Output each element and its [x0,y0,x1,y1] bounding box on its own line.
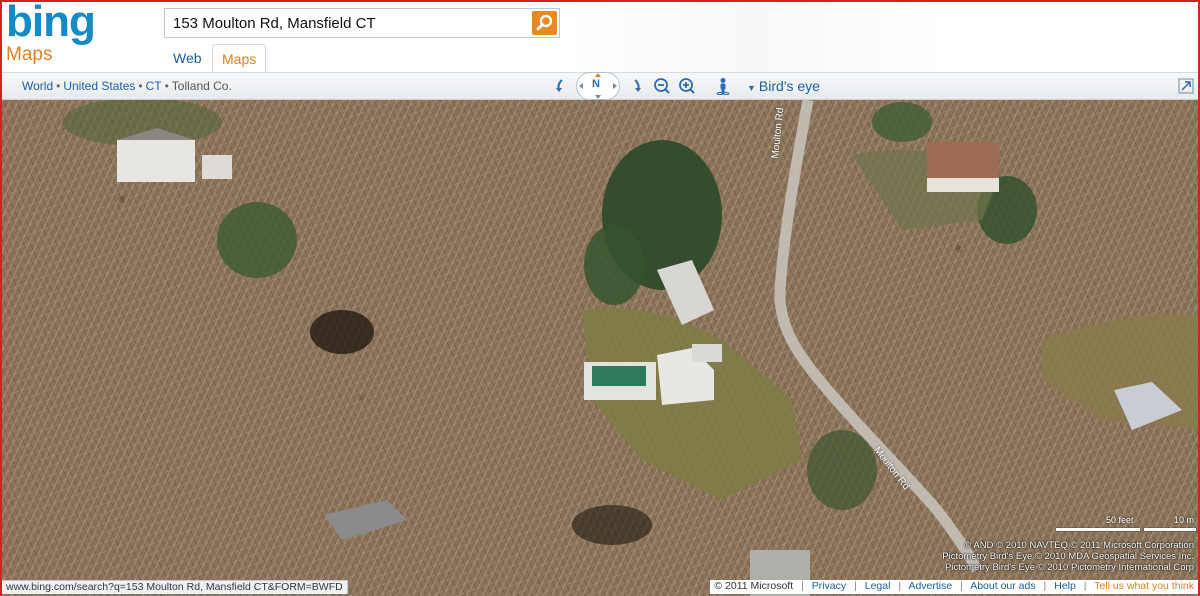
footer-separator: | [960,580,963,592]
attribution-line: © AND © 2010 NAVTEQ © 2011 Microsoft Cor… [964,540,1194,551]
footer-copyright: © 2011 Microsoft [714,580,794,592]
expand-map-icon[interactable] [1178,78,1194,94]
search-button[interactable] [532,11,557,35]
breadcrumb-united-states[interactable]: United States [63,79,135,93]
footer-link-privacy[interactable]: Privacy [812,580,846,592]
breadcrumb: World • United States • CT • Tolland Co. [22,79,232,93]
breadcrumb-world[interactable]: World [22,79,53,93]
scale-feet-label: 50 feet [1106,515,1134,525]
footer-separator: | [898,580,902,592]
breadcrumb-separator: • [164,79,169,93]
map-toolbar: World • United States • CT • Tolland Co. N [2,72,1198,100]
breadcrumb-tolland-county: Tolland Co. [171,79,232,93]
view-mode-label: Bird's eye [758,78,820,94]
header-background [562,2,1198,72]
status-bar-url: www.bing.com/search?q=153 Moulton Rd, Ma… [2,580,348,594]
zoom-in-icon[interactable] [678,77,696,95]
scale-bar-feet [1056,528,1140,531]
birds-eye-map[interactable]: Moulton Rd Moulton Rd 50 feet 10 m © AND… [2,100,1198,596]
aerial-imagery [62,100,1198,596]
tab-web[interactable]: Web [164,44,211,72]
map-attribution: © AND © 2010 NAVTEQ © 2011 Microsoft Cor… [942,540,1194,573]
breadcrumb-separator: • [56,79,61,93]
compass[interactable]: N [576,72,620,100]
header: bing Maps Web Maps [2,0,1198,72]
view-mode-dropdown[interactable]: ▼ Bird's eye [747,78,820,94]
attribution-line: Pictometry Bird's Eye © 2010 Pictometry … [944,562,1194,573]
dropdown-caret-icon: ▼ [747,83,756,93]
tab-maps[interactable]: Maps [212,44,267,72]
bing-logo[interactable]: bing [6,0,96,44]
scale-bar-meters [1144,528,1196,531]
attribution-line: Pictometry Bird's Eye © 2010 MDA Geospat… [942,551,1194,562]
footer-link-about-ads[interactable]: About our ads [970,580,1035,592]
footer-link-help[interactable]: Help [1054,580,1076,592]
footer-separator: | [801,580,804,592]
footer-link-legal[interactable]: Legal [865,580,891,592]
footer-feedback-link[interactable]: Tell us what you think [1094,580,1194,592]
compass-north-label: N [592,78,600,90]
search-icon [536,14,553,31]
footer-separator: | [1083,580,1087,592]
street-side-person-icon[interactable] [714,77,732,95]
breadcrumb-ct[interactable]: CT [146,79,162,93]
scale-meters-label: 10 m [1174,515,1195,525]
maps-product-label[interactable]: Maps [6,45,52,65]
footer-separator: | [854,580,857,592]
rotate-right-icon[interactable] [628,77,646,95]
footer-link-advertise[interactable]: Advertise [908,580,952,592]
search-input[interactable] [165,9,529,37]
footer-separator: | [1043,580,1047,592]
breadcrumb-separator: • [138,79,143,93]
footer: © 2011 Microsoft | Privacy | Legal | Adv… [710,580,1198,594]
search-box [164,8,560,38]
zoom-out-icon[interactable] [653,77,671,95]
rotate-left-icon[interactable] [551,77,569,95]
